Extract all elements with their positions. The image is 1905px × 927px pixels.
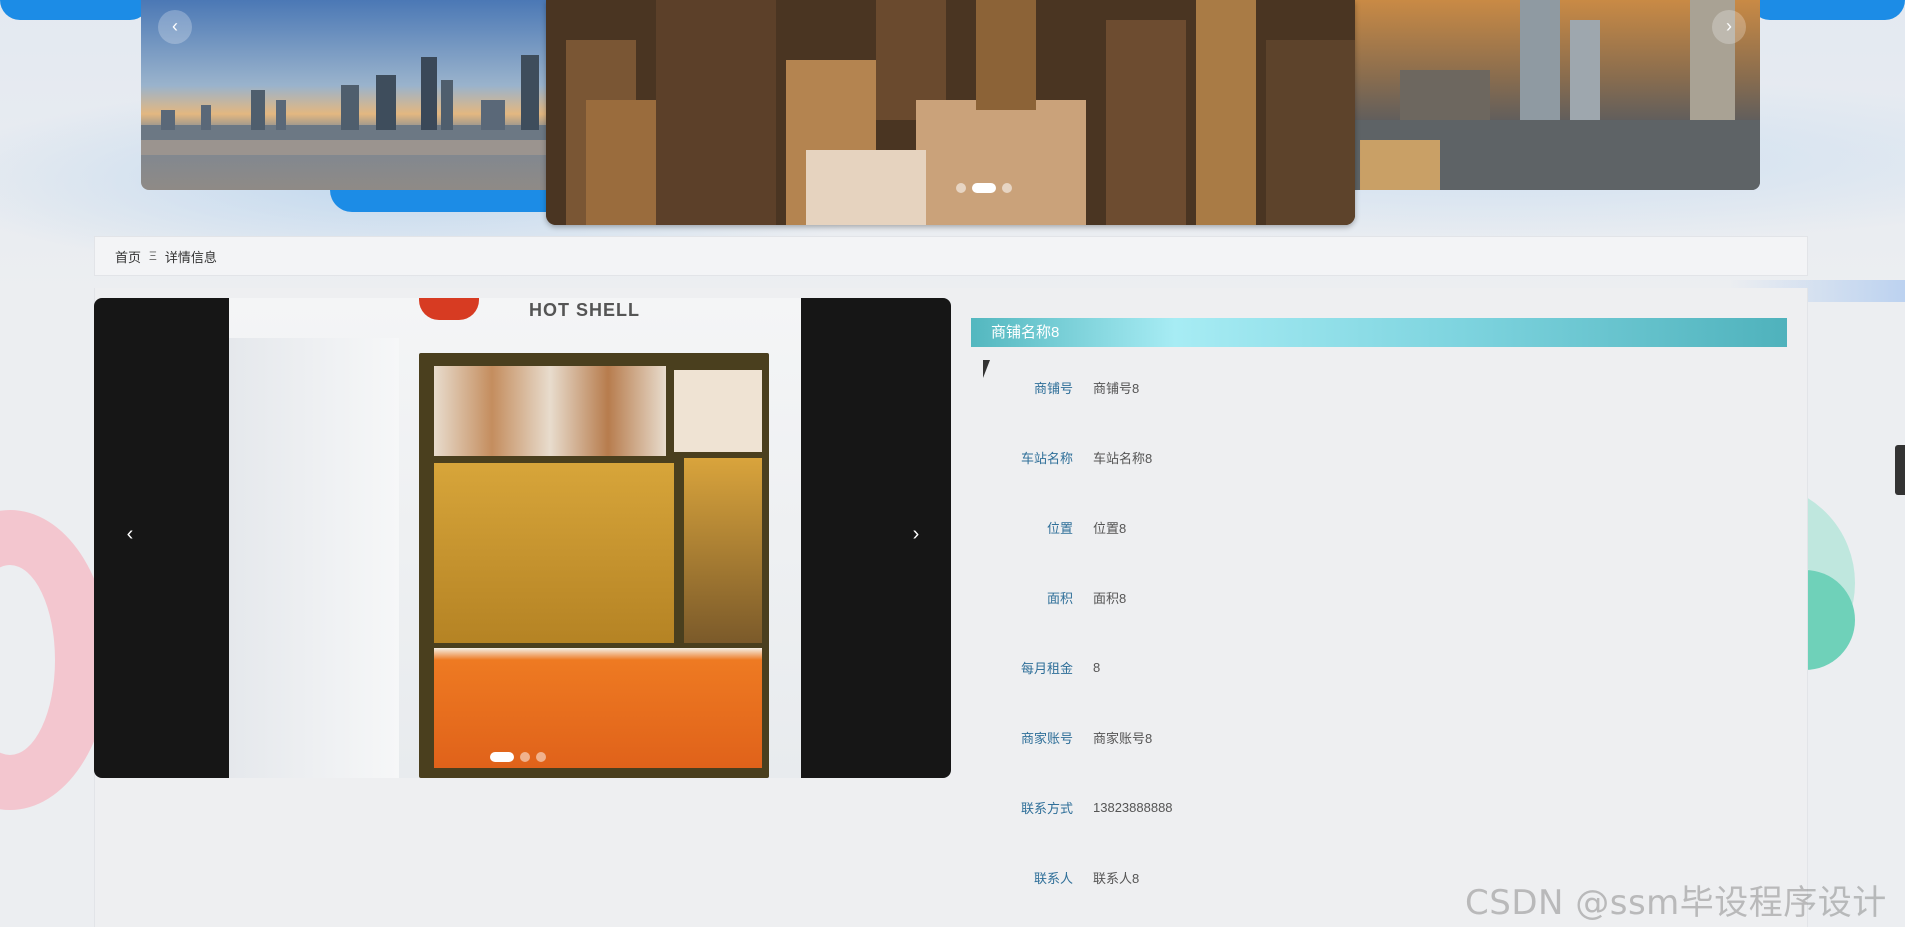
shop-sign-logo bbox=[419, 298, 479, 320]
chevron-right-icon: › bbox=[1726, 16, 1732, 36]
field-label: 车站名称 bbox=[1020, 450, 1073, 466]
field-value: 商铺号8 bbox=[1093, 380, 1140, 396]
gallery-dot[interactable] bbox=[520, 752, 530, 762]
field-value: 车站名称8 bbox=[1093, 450, 1153, 466]
banner-prev-button[interactable]: ‹ bbox=[158, 10, 192, 44]
field-row: 商铺号 商铺号8 bbox=[971, 377, 1139, 397]
shop-menu-board bbox=[434, 366, 666, 456]
breadcrumb-current: 详情信息 bbox=[164, 249, 217, 265]
banner-next-button[interactable]: › bbox=[1712, 10, 1746, 44]
gallery-indicators bbox=[490, 752, 546, 762]
banner-dot-active[interactable] bbox=[972, 183, 996, 193]
skyline-image bbox=[1340, 0, 1760, 190]
shop-interior bbox=[434, 463, 674, 643]
banner-dot[interactable] bbox=[1002, 183, 1012, 193]
shop-sign-text: HOT SHELL bbox=[529, 300, 640, 320]
shop-photo: HOT SHELL bbox=[229, 298, 801, 778]
gallery-dot-active[interactable] bbox=[490, 752, 514, 762]
field-value: 面积8 bbox=[1093, 590, 1127, 606]
chevron-left-icon: ‹ bbox=[172, 16, 178, 36]
field-row: 联系人 联系人8 bbox=[971, 867, 1139, 887]
gallery-next-button[interactable]: › bbox=[906, 523, 926, 546]
mouse-cursor-icon bbox=[983, 360, 990, 378]
field-row: 位置 位置8 bbox=[971, 517, 1126, 537]
city-image bbox=[546, 0, 1355, 225]
field-value: 8 bbox=[1093, 659, 1101, 675]
field-label: 位置 bbox=[1046, 520, 1073, 536]
field-row: 车站名称 车站名称8 bbox=[971, 447, 1152, 467]
gallery-dot[interactable] bbox=[536, 752, 546, 762]
shop-menu-board bbox=[674, 370, 762, 452]
field-row: 每月租金 8 bbox=[971, 657, 1100, 677]
shop-counter bbox=[434, 648, 762, 768]
field-row: 商家账号 商家账号8 bbox=[971, 727, 1152, 747]
field-value: 商家账号8 bbox=[1093, 730, 1153, 746]
skyline-image bbox=[141, 55, 561, 155]
field-row: 面积 面积8 bbox=[971, 587, 1126, 607]
chevron-left-icon: ‹ bbox=[126, 523, 134, 545]
breadcrumb-separator-icon: Ξ bbox=[149, 249, 157, 263]
banner-slide-active[interactable] bbox=[546, 0, 1355, 225]
field-label: 商家账号 bbox=[1020, 730, 1073, 746]
chevron-right-icon: › bbox=[912, 523, 920, 545]
breadcrumb-home-link[interactable]: 首页 bbox=[115, 247, 141, 266]
field-label: 商铺号 bbox=[1033, 380, 1073, 396]
field-label: 面积 bbox=[1046, 590, 1073, 606]
field-row: 联系方式 13823888888 bbox=[971, 797, 1173, 817]
field-value: 13823888888 bbox=[1093, 799, 1173, 815]
banner-slide[interactable] bbox=[1340, 0, 1760, 190]
field-value: 联系人8 bbox=[1093, 870, 1140, 886]
banner-indicators bbox=[956, 183, 1012, 193]
banner-dot[interactable] bbox=[956, 183, 966, 193]
breadcrumb: 首页 Ξ 详情信息 bbox=[94, 236, 1808, 276]
field-label: 联系人 bbox=[1033, 870, 1073, 886]
field-label: 每月租金 bbox=[1020, 660, 1073, 676]
shop-interior bbox=[684, 458, 762, 643]
banner-carousel: ‹ › bbox=[0, 0, 1905, 230]
image-gallery: HOT SHELL ‹ › bbox=[94, 298, 951, 778]
watermark: CSDN @ssm毕设程序设计 bbox=[1465, 883, 1887, 923]
banner-slide[interactable] bbox=[141, 0, 561, 190]
shop-wall bbox=[229, 338, 399, 778]
field-label: 联系方式 bbox=[1020, 800, 1073, 816]
gallery-prev-button[interactable]: ‹ bbox=[120, 523, 140, 546]
side-scroll-handle[interactable] bbox=[1895, 445, 1905, 495]
field-value: 位置8 bbox=[1093, 520, 1127, 536]
shop-title-bar: 商铺名称8 bbox=[971, 318, 1787, 347]
